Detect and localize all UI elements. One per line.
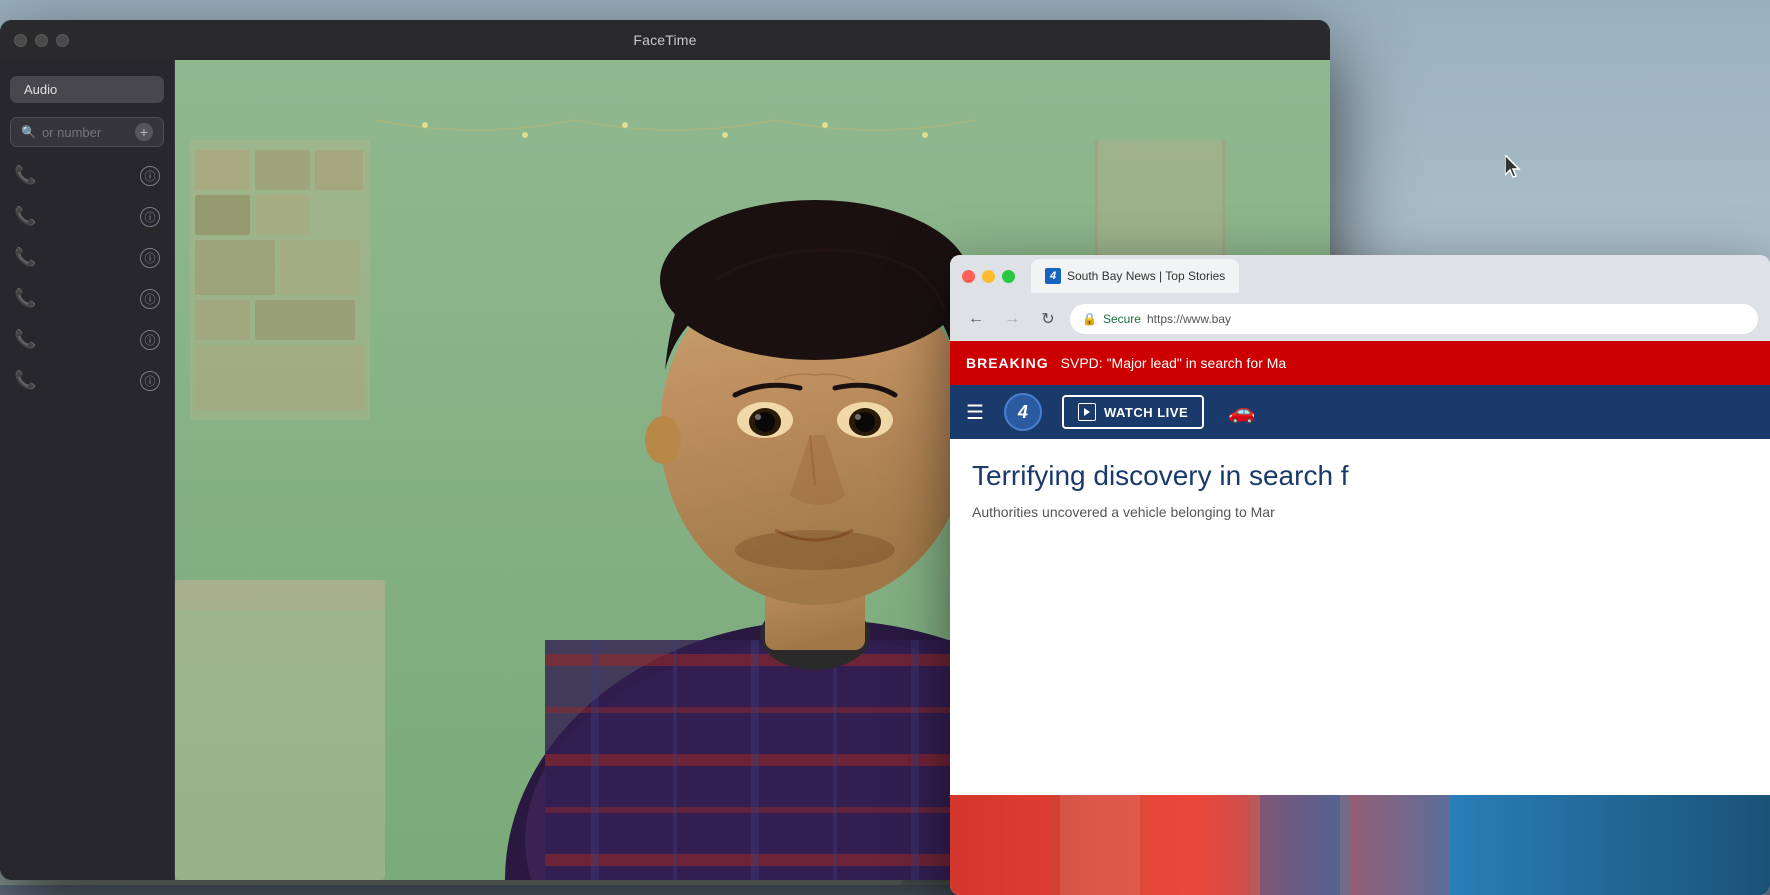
info-icon[interactable]: ⓘ [140, 289, 160, 309]
facetime-title: FaceTime [633, 32, 696, 48]
search-bar: 🔍 + [10, 117, 164, 147]
news-navbar: ☰ 4 WATCH LIVE 🚗 [950, 385, 1770, 439]
facetime-close-button[interactable] [14, 34, 27, 47]
address-bar[interactable]: 🔒 Secure https://www.bay [1070, 304, 1758, 334]
search-input[interactable] [42, 125, 122, 140]
contact-item[interactable]: 📞 ⓘ [0, 319, 174, 360]
secure-label: Secure [1103, 312, 1141, 326]
phone-icon: 📞 [14, 247, 36, 268]
browser-traffic-lights [962, 270, 1015, 283]
browser-maximize-button[interactable] [1002, 270, 1015, 283]
browser-titlebar: 4 South Bay News | Top Stories [950, 255, 1770, 297]
facetime-titlebar: FaceTime [0, 20, 1330, 60]
contact-item[interactable]: 📞 ⓘ [0, 196, 174, 237]
play-icon [1078, 403, 1096, 421]
contact-item[interactable]: 📞 ⓘ [0, 155, 174, 196]
phone-icon: 📞 [14, 329, 36, 350]
news-headline: Terrifying discovery in search f [972, 459, 1748, 493]
browser-reload-button[interactable]: ↻ [1034, 305, 1062, 333]
facetime-traffic-lights [14, 34, 69, 47]
contact-item[interactable]: 📞 ⓘ [0, 360, 174, 401]
news-image-strip [950, 795, 1770, 895]
channel-logo: 4 [1004, 393, 1042, 431]
browser-tab[interactable]: 4 South Bay News | Top Stories [1031, 259, 1239, 293]
contact-item[interactable]: 📞 ⓘ [0, 278, 174, 319]
browser-close-button[interactable] [962, 270, 975, 283]
facetime-sidebar: Audio 🔍 + 📞 ⓘ 📞 ⓘ 📞 ⓘ 📞 ⓘ 📞 ⓘ 📞 [0, 60, 175, 880]
secure-icon: 🔒 [1082, 312, 1097, 326]
phone-icon: 📞 [14, 206, 36, 227]
breaking-label: BREAKING [966, 355, 1049, 371]
contact-item[interactable]: 📞 ⓘ [0, 237, 174, 278]
info-icon[interactable]: ⓘ [140, 371, 160, 391]
browser-navbar: ← → ↻ 🔒 Secure https://www.bay [950, 297, 1770, 341]
info-icon[interactable]: ⓘ [140, 248, 160, 268]
hamburger-menu-icon[interactable]: ☰ [966, 400, 984, 425]
add-contact-button[interactable]: + [135, 123, 153, 141]
url-text: https://www.bay [1147, 312, 1231, 326]
news-subtext: Authorities uncovered a vehicle belongin… [972, 503, 1748, 523]
phone-icon: 📞 [14, 165, 36, 186]
phone-icon: 📞 [14, 370, 36, 391]
audio-button[interactable]: Audio [10, 76, 164, 103]
facetime-maximize-button[interactable] [56, 34, 69, 47]
tab-favicon: 4 [1045, 268, 1061, 284]
browser-window: 4 South Bay News | Top Stories ← → ↻ 🔒 S… [950, 255, 1770, 895]
info-icon[interactable]: ⓘ [140, 207, 160, 227]
info-icon[interactable]: ⓘ [140, 166, 160, 186]
watch-live-button[interactable]: WATCH LIVE [1062, 395, 1204, 429]
browser-minimize-button[interactable] [982, 270, 995, 283]
browser-back-button[interactable]: ← [962, 305, 990, 333]
info-icon[interactable]: ⓘ [140, 330, 160, 350]
breaking-text: SVPD: "Major lead" in search for Ma [1061, 355, 1286, 371]
facetime-minimize-button[interactable] [35, 34, 48, 47]
browser-forward-button[interactable]: → [998, 305, 1026, 333]
watch-live-label: WATCH LIVE [1104, 405, 1188, 420]
phone-icon: 📞 [14, 288, 36, 309]
search-icon: 🔍 [21, 125, 36, 139]
breaking-news-bar: BREAKING SVPD: "Major lead" in search fo… [950, 341, 1770, 385]
car-icon: 🚗 [1228, 399, 1255, 425]
tab-title: South Bay News | Top Stories [1067, 269, 1225, 283]
